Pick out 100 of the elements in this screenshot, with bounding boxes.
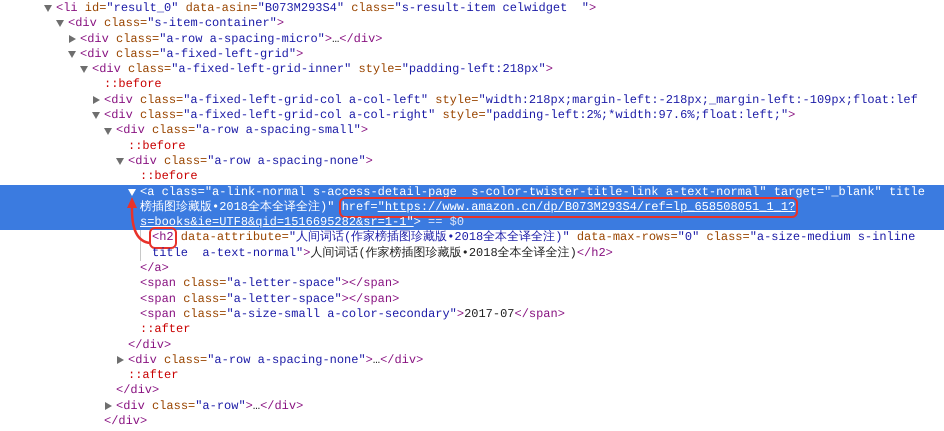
tag-name: <div: [104, 92, 133, 108]
attribute-value: "B073M293S4": [258, 1, 344, 16]
attribute-name: class=: [182, 292, 226, 307]
pseudo-element: ::before: [140, 169, 198, 185]
attribute-link: s=books&ie=UTF8&qid=1516695282&sr=1-1": [140, 215, 414, 230]
attribute-value: "a-fixed-left-grid-col a-col-right": [183, 108, 436, 124]
attribute-name: class=: [103, 16, 148, 32]
dom-node-row[interactable]: <span class="a-letter-space"></span>: [0, 276, 944, 292]
node-text: …: [372, 352, 380, 368]
dom-node-row[interactable]: <div class="a-row a-spacing-micro">…</div>: [0, 32, 944, 47]
dom-node-row[interactable]: <div class="a-row a-spacing-none">…</div>: [0, 352, 944, 368]
tag-name: <div: [116, 398, 145, 414]
dom-node-row[interactable]: ::after: [0, 368, 944, 384]
attribute-name: class=: [182, 306, 226, 322]
attribute-value: "a-link-normal s-access-detail-page s-color-twister-title-link a-text-normal": [204, 184, 767, 200]
attribute-value: "padding-left:218px": [402, 62, 546, 78]
attribute-value: "a-row": [195, 398, 246, 414]
pseudo-element: ::after: [128, 368, 178, 384]
attribute-value: "s-item-container": [147, 16, 277, 32]
tag-name: <li: [56, 1, 78, 16]
dom-node-row[interactable]: <div class="a-fixed-left-grid">: [0, 46, 944, 62]
dom-node-row[interactable]: <div class="a-row">…</div>: [0, 398, 944, 414]
tag-name: >: [588, 1, 596, 16]
tag-name: </div>: [128, 338, 172, 353]
tag-name: <span: [140, 276, 176, 292]
attribute-name: class=: [350, 1, 394, 16]
attribute-name: style=: [357, 62, 402, 78]
attribute-name: class=: [115, 46, 160, 62]
attribute-name: class=: [151, 398, 196, 414]
tag-name: <div: [104, 108, 133, 124]
attribute-name: class=: [115, 32, 160, 47]
tag-name: </a>: [140, 261, 169, 276]
tag-name: >: [366, 352, 373, 368]
dom-node-row[interactable]: ::before: [0, 77, 944, 93]
tag-name: <div: [68, 16, 97, 32]
tag-name: </span>: [514, 306, 565, 322]
tag-name: >: [414, 215, 421, 230]
tag-name: <div: [80, 32, 109, 47]
tag-name: </h2>: [576, 246, 613, 262]
node-text: …: [332, 32, 340, 47]
dom-node-row[interactable]: <div class="a-fixed-left-grid-col a-col-right" style="padding-left:2%;*width:97.6%;float:left;">: [0, 108, 944, 124]
attribute-value: "a-fixed-left-grid": [159, 46, 296, 62]
tag-name: </div>: [380, 352, 424, 368]
attribute-name: class=: [163, 154, 208, 170]
tag-name: ></span>: [342, 276, 400, 292]
dom-node-row[interactable]: ::before: [0, 138, 944, 154]
attribute-name: style=: [434, 92, 478, 108]
tag-name: <div: [92, 62, 121, 78]
dom-node-row[interactable]: [0, 184, 944, 230]
attribute-name: class=: [182, 276, 226, 292]
dom-node-row[interactable]: <div class="a-fixed-left-grid-col a-col-left" style="width:218px;margin-left:-218px;_margin-left:-109px;float:lef: [0, 92, 944, 108]
pseudo-element: ::before: [104, 77, 162, 93]
attribute-value: "0": [678, 230, 700, 246]
dom-node-row[interactable]: <div class="a-fixed-left-grid-inner" style="padding-left:218px">: [0, 62, 944, 78]
attribute-value: "a-letter-space": [226, 292, 342, 307]
tag-name: </div>: [116, 383, 160, 399]
tag-name: >: [546, 62, 553, 78]
tag-name: >: [276, 16, 284, 32]
dom-node-row[interactable]: ::before: [0, 169, 944, 185]
dom-node-row[interactable]: <span class="a-size-small a-color-secondary">2017-07</span>: [0, 306, 944, 322]
attribute-value: "a-row a-spacing-none": [207, 352, 366, 368]
attribute-value: "a-fixed-left-grid-col a-col-left": [183, 92, 428, 108]
tag-name: >: [366, 154, 373, 170]
pseudo-element: ::before: [128, 138, 186, 154]
dom-node-row[interactable]: <li id="result_0" data-asin="B073M293S4" class="s-result-item celwidget ">: [0, 1, 944, 16]
attribute-name: data-attribute=: [180, 230, 289, 246]
tag-name: <div: [80, 46, 109, 62]
node-text: 人间词话(作家榜插图珍藏版•2018全本全译全注): [310, 246, 577, 262]
attribute-value: "a-fixed-left-grid-inner": [171, 62, 352, 78]
attribute-name: class=: [705, 230, 750, 246]
attribute-value: "a-letter-space": [226, 276, 342, 292]
tag-name: >: [303, 246, 310, 262]
attribute-value: title a-text-normal": [152, 246, 304, 262]
attribute-value: "width:218px;margin-left:-218px;_margin-left:-109px;float:lef: [478, 92, 918, 108]
tag-name: >: [456, 306, 464, 322]
pseudo-element: ::after: [140, 322, 190, 338]
attribute-name: class=: [127, 62, 172, 78]
tag-name: </div>: [104, 414, 148, 430]
dom-node-row[interactable]: <span class="a-letter-space"></span>: [0, 292, 944, 307]
tag-name: ></span>: [342, 292, 400, 307]
tag-name: >: [324, 32, 332, 47]
attribute-name: class=: [160, 184, 205, 200]
attribute-value: "人间词话(作家榜插图珍藏版•2018全本全译全注)": [288, 230, 570, 246]
node-text: 2017-07: [464, 306, 514, 322]
node-text: …: [252, 398, 260, 414]
attribute-name: class=: [139, 92, 184, 108]
attribute-value: "a-row a-spacing-micro": [159, 32, 325, 47]
tag-name: <div: [128, 352, 157, 368]
attribute-value: "result_0": [106, 1, 178, 16]
dom-node-row[interactable]: <h2 data-attribute="人间词话(作家榜插图珍藏版•2018全本全译全注)" data-max-rows="0" class="a-size-medium s-inline title a-text-normal">人间词话(作家榜插图珍藏版•2018全本全译全注)</h2>: [0, 230, 944, 262]
attribute-value: "s-result-item celwidget ": [394, 1, 589, 16]
attribute-value: "a-row a-spacing-small": [195, 123, 361, 139]
attribute-name: style=: [441, 108, 486, 124]
tag-name: <div: [116, 123, 145, 139]
dom-node-row[interactable]: <div class="s-item-container">: [0, 16, 944, 32]
dom-node-row[interactable]: <div class="a-row a-spacing-none">: [0, 154, 944, 170]
attribute-name: href=: [342, 200, 378, 214]
dom-node-row[interactable]: ::after: [0, 322, 944, 338]
dom-node-row[interactable]: <div class="a-row a-spacing-small">: [0, 123, 944, 139]
tag-name: >: [296, 46, 304, 62]
